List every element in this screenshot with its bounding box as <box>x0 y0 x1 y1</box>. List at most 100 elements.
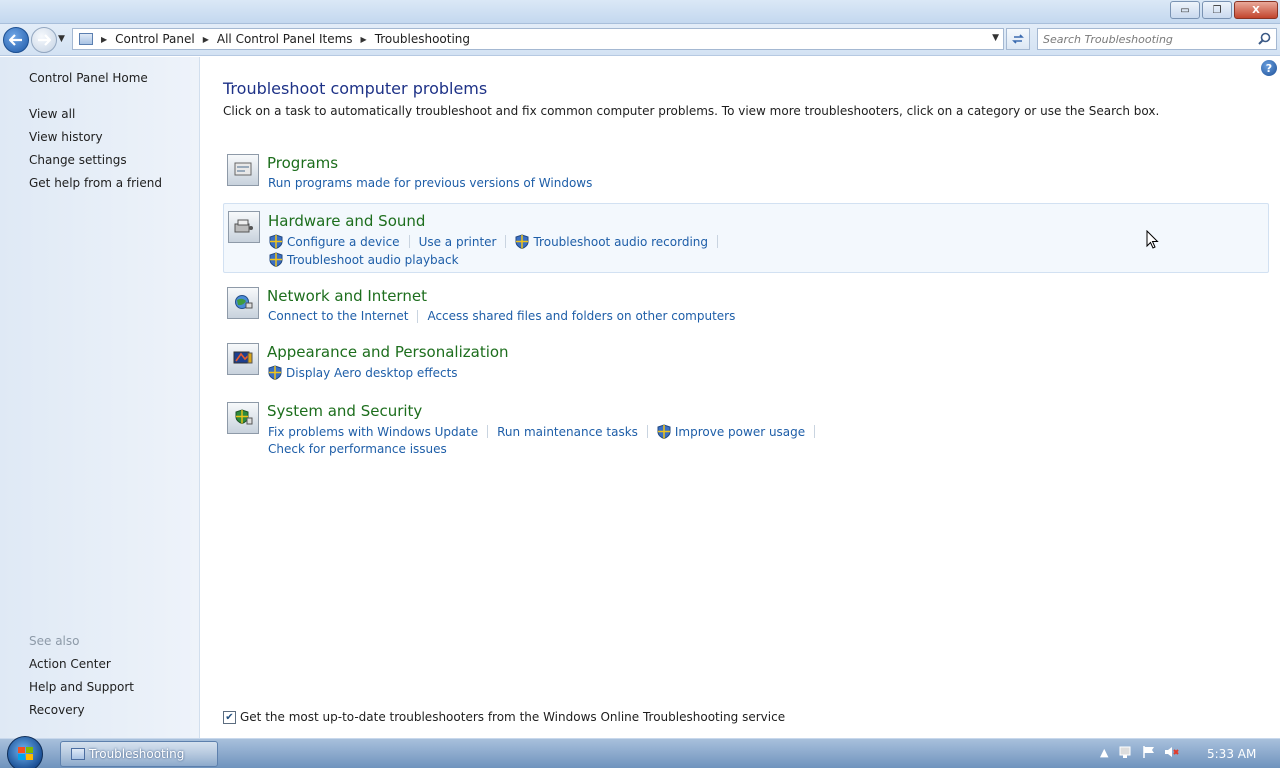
network-and-internet-icon[interactable] <box>227 287 259 319</box>
task-access-shared-files[interactable]: Access shared files and folders on other… <box>427 309 735 323</box>
get-help-from-friend-link[interactable]: Get help from a friend <box>29 176 162 190</box>
system-tasks-row2: Check for performance issues <box>268 442 447 456</box>
search-box[interactable] <box>1037 28 1277 50</box>
close-button[interactable]: X <box>1234 1 1278 19</box>
task-label: Improve power usage <box>674 424 806 439</box>
chevron-right-icon[interactable]: ▶ <box>361 35 367 44</box>
change-settings-link[interactable]: Change settings <box>29 153 127 167</box>
taskbar: Troubleshooting ▲ 5:33 AM <box>0 736 1280 768</box>
uac-shield-icon <box>269 234 283 249</box>
back-button[interactable] <box>3 27 29 53</box>
system-and-security-icon[interactable] <box>227 402 259 434</box>
task-configure-device[interactable]: Configure a device <box>269 234 400 249</box>
action-center-link[interactable]: Action Center <box>29 657 111 671</box>
task-label: Troubleshoot audio recording <box>533 234 709 249</box>
taskbar-item-label: Troubleshooting <box>89 747 185 761</box>
task-fix-windows-update[interactable]: Fix problems with Windows Update <box>268 425 478 439</box>
task-improve-power-usage[interactable]: Improve power usage <box>657 424 805 439</box>
category-title-network-and-internet[interactable]: Network and Internet <box>267 287 427 305</box>
address-bar[interactable]: ▶ Control Panel ▶ All Control Panel Item… <box>72 28 1004 50</box>
category-system-and-security: System and Security Fix problems with Wi… <box>223 402 1269 462</box>
network-icon[interactable] <box>1118 745 1134 759</box>
windows-logo-icon <box>18 747 33 760</box>
task-display-aero-effects[interactable]: Display Aero desktop effects <box>268 365 458 380</box>
category-network-and-internet: Network and Internet Connect to the Inte… <box>223 287 1269 327</box>
search-input[interactable] <box>1043 32 1253 46</box>
category-appearance-and-personalization: Appearance and Personalization Display A… <box>223 343 1269 383</box>
control-panel-icon <box>71 748 85 760</box>
taskbar-item-troubleshooting[interactable]: Troubleshooting <box>60 741 218 767</box>
show-hidden-icons-button[interactable]: ▲ <box>1100 746 1108 759</box>
appearance-tasks: Display Aero desktop effects <box>268 365 458 380</box>
task-connect-to-internet[interactable]: Connect to the Internet <box>268 309 408 323</box>
task-run-maintenance[interactable]: Run maintenance tasks <box>497 425 638 439</box>
chevron-right-icon[interactable]: ▶ <box>203 35 209 44</box>
online-troubleshooting-label[interactable]: Get the most up-to-date troubleshooters … <box>240 710 785 724</box>
window-controls: ▭ ❐ X <box>1168 1 1278 19</box>
page-title: Troubleshoot computer problems <box>223 79 488 98</box>
page-description: Click on a task to automatically trouble… <box>223 104 1160 118</box>
network-tasks: Connect to the Internet Access shared fi… <box>268 309 735 323</box>
task-separator <box>505 235 507 248</box>
system-tray: ▲ <box>1100 745 1180 759</box>
search-icon[interactable] <box>1258 32 1271 45</box>
maximize-button[interactable]: ❐ <box>1202 1 1232 19</box>
programs-tasks: Run programs made for previous versions … <box>268 176 592 190</box>
recovery-link[interactable]: Recovery <box>29 703 85 717</box>
refresh-button[interactable] <box>1006 28 1030 50</box>
uac-shield-icon <box>657 424 671 439</box>
hardware-and-sound-icon[interactable] <box>228 211 260 243</box>
task-separator <box>717 235 719 248</box>
uac-shield-icon <box>269 252 283 267</box>
help-and-support-link[interactable]: Help and Support <box>29 680 134 694</box>
task-troubleshoot-audio-recording[interactable]: Troubleshoot audio recording <box>515 234 708 249</box>
control-panel-home-link[interactable]: Control Panel Home <box>29 71 148 85</box>
address-dropdown-icon[interactable]: ▼ <box>992 33 999 43</box>
breadcrumb-all-control-panel-items[interactable]: All Control Panel Items <box>217 32 353 46</box>
task-separator <box>646 425 648 438</box>
window-titlebar: ▭ ❐ X <box>0 0 1280 24</box>
hardware-tasks-row1: Configure a device Use a printer Trouble… <box>269 234 727 249</box>
chevron-right-icon[interactable]: ▶ <box>101 35 107 44</box>
category-title-hardware-and-sound[interactable]: Hardware and Sound <box>268 212 425 230</box>
navigation-bar: ▼ ▶ Control Panel ▶ All Control Panel It… <box>0 24 1280 56</box>
task-separator <box>408 235 410 248</box>
forward-arrow-icon <box>38 34 51 46</box>
task-run-programs-previous-versions[interactable]: Run programs made for previous versions … <box>268 176 592 190</box>
left-navigation-pane: Control Panel Home View all View history… <box>0 57 200 738</box>
breadcrumb-troubleshooting[interactable]: Troubleshooting <box>375 32 470 46</box>
task-troubleshoot-audio-playback[interactable]: Troubleshoot audio playback <box>269 252 459 267</box>
task-use-printer[interactable]: Use a printer <box>419 235 497 249</box>
online-troubleshooting-option: ✔ Get the most up-to-date troubleshooter… <box>223 710 785 724</box>
minimize-button[interactable]: ▭ <box>1170 1 1200 19</box>
task-check-performance[interactable]: Check for performance issues <box>268 442 447 456</box>
forward-button[interactable] <box>31 27 57 53</box>
volume-muted-icon[interactable] <box>1164 745 1180 759</box>
recent-pages-dropdown[interactable]: ▼ <box>58 34 65 44</box>
help-icon[interactable]: ? <box>1261 60 1277 76</box>
clock[interactable]: 5:33 AM <box>1207 747 1256 761</box>
appearance-and-personalization-icon[interactable] <box>227 343 259 375</box>
task-label: Configure a device <box>287 234 400 249</box>
refresh-icon <box>1012 34 1024 44</box>
see-also-heading: See also <box>29 634 80 648</box>
view-all-link[interactable]: View all <box>29 107 75 121</box>
category-title-system-and-security[interactable]: System and Security <box>267 402 422 420</box>
action-center-flag-icon[interactable] <box>1142 745 1156 759</box>
mouse-cursor-icon <box>1146 230 1159 249</box>
task-separator <box>814 425 816 438</box>
task-label: Troubleshoot audio playback <box>287 252 459 267</box>
view-history-link[interactable]: View history <box>29 130 103 144</box>
task-separator <box>487 425 489 438</box>
hardware-tasks-row2: Troubleshoot audio playback <box>269 252 459 267</box>
category-title-programs[interactable]: Programs <box>267 154 338 172</box>
start-button[interactable] <box>7 736 43 768</box>
task-label: Display Aero desktop effects <box>286 365 458 380</box>
category-title-appearance-and-personalization[interactable]: Appearance and Personalization <box>267 343 509 361</box>
online-troubleshooting-checkbox[interactable]: ✔ <box>223 710 236 724</box>
programs-icon[interactable] <box>227 154 259 186</box>
task-label: Use a printer <box>418 234 497 249</box>
breadcrumb-control-panel[interactable]: Control Panel <box>115 32 195 46</box>
control-panel-icon <box>79 33 93 45</box>
uac-shield-icon <box>268 365 282 380</box>
